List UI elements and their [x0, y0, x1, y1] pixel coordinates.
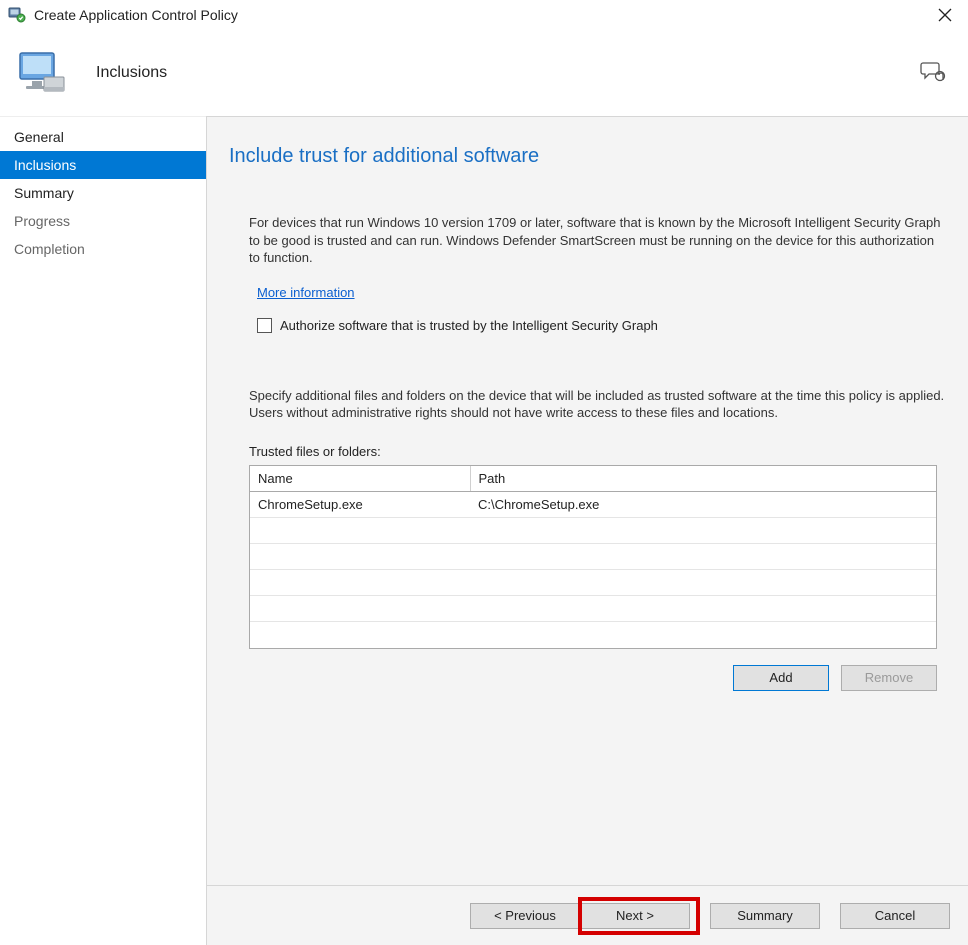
banner: Inclusions [0, 30, 968, 116]
table-row[interactable]: ChromeSetup.exeC:\ChromeSetup.exe [250, 492, 936, 518]
page-heading: Include trust for additional software [229, 145, 946, 168]
cell-path: C:\ChromeSetup.exe [470, 492, 936, 518]
wizard-header-icon [14, 45, 70, 101]
sidebar-item-inclusions[interactable]: Inclusions [0, 151, 206, 179]
table-row-empty[interactable] [250, 596, 936, 622]
window-title: Create Application Control Policy [34, 7, 238, 23]
sidebar-item-completion[interactable]: Completion [0, 235, 206, 263]
authorize-checkbox-label: Authorize software that is trusted by th… [280, 318, 658, 333]
add-button[interactable]: Add [733, 665, 829, 691]
summary-button[interactable]: Summary [710, 903, 820, 929]
table-actions: Add Remove [249, 665, 937, 691]
remove-button: Remove [841, 665, 937, 691]
cell-name: ChromeSetup.exe [250, 492, 470, 518]
main-panel: Include trust for additional software Fo… [206, 116, 968, 945]
table-row-empty[interactable] [250, 544, 936, 570]
cancel-button[interactable]: Cancel [840, 903, 950, 929]
feedback-icon[interactable] [920, 61, 944, 85]
body: General Inclusions Summary Progress Comp… [0, 116, 968, 945]
authorize-checkbox[interactable] [257, 318, 272, 333]
table-header-path[interactable]: Path [470, 466, 936, 492]
table-row-empty[interactable] [250, 622, 936, 648]
more-information-link[interactable]: More information [257, 285, 355, 300]
sidebar: General Inclusions Summary Progress Comp… [0, 116, 206, 945]
table-header-name[interactable]: Name [250, 466, 470, 492]
close-button[interactable] [930, 0, 960, 30]
list-label: Trusted files or folders: [249, 444, 946, 459]
sidebar-item-progress[interactable]: Progress [0, 207, 206, 235]
app-icon [8, 6, 26, 24]
table-row-empty[interactable] [250, 518, 936, 544]
footer: < Previous Next > Summary Cancel [207, 885, 968, 945]
banner-title: Inclusions [96, 64, 167, 82]
previous-button[interactable]: < Previous [470, 903, 580, 929]
trusted-files-table[interactable]: Name Path ChromeSetup.exeC:\ChromeSetup.… [249, 465, 937, 649]
table-row-empty[interactable] [250, 570, 936, 596]
authorize-checkbox-row: Authorize software that is trusted by th… [257, 318, 946, 333]
titlebar: Create Application Control Policy [0, 0, 968, 30]
sidebar-item-general[interactable]: General [0, 123, 206, 151]
specify-paragraph: Specify additional files and folders on … [249, 387, 946, 422]
next-button[interactable]: Next > [580, 903, 690, 929]
sidebar-item-summary[interactable]: Summary [0, 179, 206, 207]
intro-paragraph: For devices that run Windows 10 version … [249, 214, 946, 267]
